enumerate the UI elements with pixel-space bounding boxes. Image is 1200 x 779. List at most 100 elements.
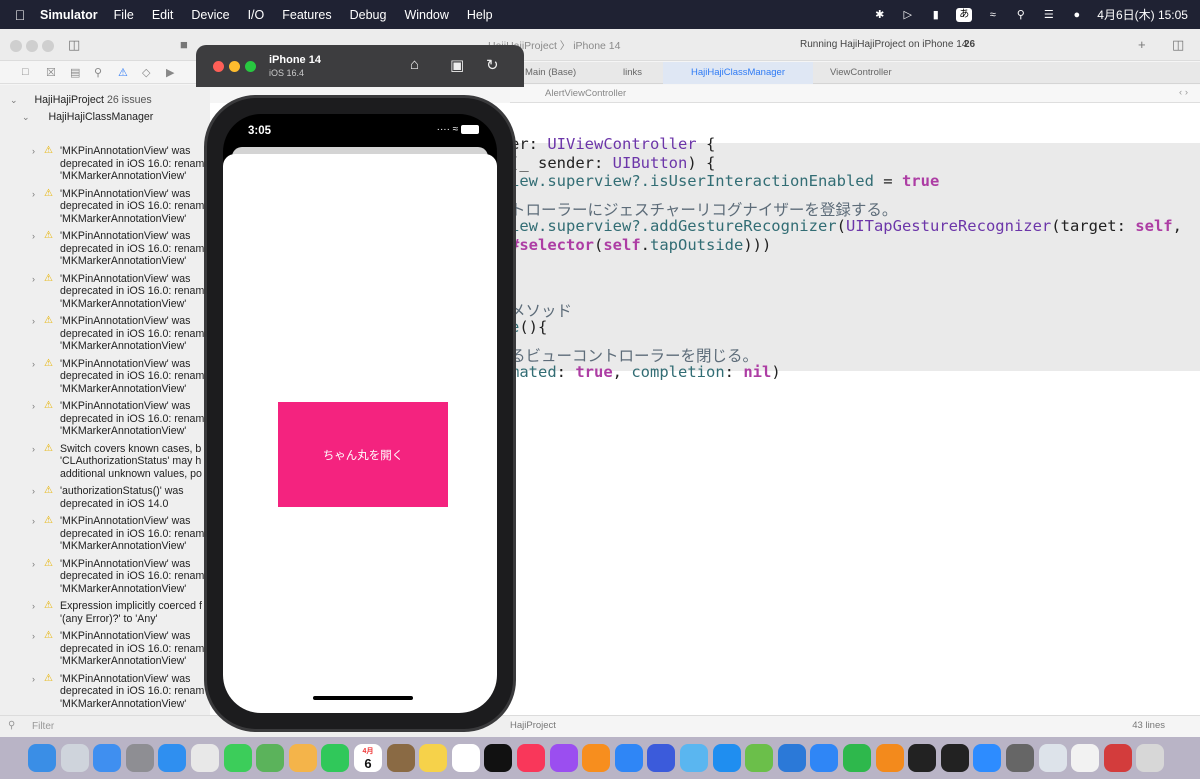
- close-window-button[interactable]: [10, 40, 22, 52]
- calculator-icon[interactable]: [1006, 744, 1034, 772]
- keynote-icon[interactable]: [810, 744, 839, 772]
- close-window-button[interactable]: [213, 61, 224, 72]
- tv-icon[interactable]: [484, 744, 513, 772]
- podcasts-icon[interactable]: [549, 744, 578, 772]
- pages-icon[interactable]: [875, 744, 904, 772]
- instruments-icon[interactable]: [647, 744, 676, 772]
- home-icon[interactable]: ⌂: [410, 56, 419, 73]
- textedit-icon[interactable]: [1071, 744, 1100, 772]
- trash-icon[interactable]: [1136, 744, 1165, 772]
- tab-classmanager[interactable]: HajiHajiClassManager: [663, 62, 813, 84]
- photos-icon[interactable]: [288, 744, 317, 772]
- vscode-icon[interactable]: [777, 744, 806, 772]
- menu-help[interactable]: Help: [467, 8, 493, 22]
- minimize-window-button[interactable]: [229, 61, 240, 72]
- menu-datetime[interactable]: 4月6日(木) 15:05: [1097, 6, 1188, 23]
- chevron-right-icon[interactable]: ›: [32, 315, 35, 328]
- battery-icon[interactable]: ▮: [928, 9, 943, 21]
- zoom-window-button[interactable]: [245, 61, 256, 72]
- modal-sheet[interactable]: ちゃん丸を開く: [223, 154, 497, 713]
- menu-app-name[interactable]: Simulator: [40, 8, 98, 22]
- filter-icon[interactable]: ⚲: [8, 720, 15, 731]
- chevron-right-icon[interactable]: ›: [32, 273, 35, 286]
- menu-io[interactable]: I/O: [248, 8, 265, 22]
- home-indicator[interactable]: [313, 696, 413, 700]
- chevron-right-icon[interactable]: ›: [32, 485, 35, 498]
- menu-features[interactable]: Features: [282, 8, 331, 22]
- books-icon[interactable]: [582, 744, 611, 772]
- spotlight-search-icon[interactable]: ⚲: [1013, 9, 1028, 21]
- tab-main[interactable]: Main (Base): [525, 67, 576, 78]
- system-settings-icon[interactable]: [125, 744, 154, 772]
- chevron-right-icon[interactable]: ›: [32, 630, 35, 643]
- maps-icon[interactable]: [256, 744, 285, 772]
- group-classmanager[interactable]: ⌄ HajiHajiClassManager: [22, 111, 153, 123]
- bluetooth-icon[interactable]: ✱: [872, 9, 887, 21]
- warning-count[interactable]: 26: [964, 39, 975, 50]
- open-chanmaru-button[interactable]: ちゃん丸を開く: [278, 402, 448, 507]
- xcode-icon[interactable]: [614, 744, 643, 772]
- jump-bar-item[interactable]: AlertViewController: [545, 88, 626, 99]
- screenshot-icon[interactable]: ▣: [450, 56, 464, 74]
- music-icon[interactable]: [517, 744, 545, 772]
- chevron-right-icon[interactable]: ›: [32, 443, 35, 456]
- launchpad-icon[interactable]: [60, 744, 89, 772]
- menu-debug[interactable]: Debug: [350, 8, 387, 22]
- app-folder-icon[interactable]: [680, 744, 708, 772]
- siri-icon[interactable]: ●: [1069, 9, 1084, 21]
- numbers-green-icon[interactable]: [745, 744, 774, 772]
- inspector-toggle-icon[interactable]: ◫: [1172, 37, 1184, 53]
- chevron-right-icon[interactable]: ›: [32, 558, 35, 571]
- sidebar-toggle-icon[interactable]: ◫: [68, 37, 80, 53]
- menu-file[interactable]: File: [114, 8, 134, 22]
- apple-menu-icon[interactable]: : [0, 7, 40, 23]
- add-icon[interactable]: +: [1138, 37, 1146, 52]
- chevron-right-icon[interactable]: ›: [32, 145, 35, 158]
- menu-edit[interactable]: Edit: [152, 8, 174, 22]
- menu-window[interactable]: Window: [404, 8, 448, 22]
- github-icon[interactable]: [908, 744, 937, 772]
- preview-icon[interactable]: [1038, 744, 1067, 772]
- chevron-down-icon[interactable]: ⌄: [10, 95, 18, 105]
- test-icon[interactable]: ◇: [142, 66, 150, 79]
- stop-icon[interactable]: ■: [180, 37, 188, 52]
- folder-icon[interactable]: □: [22, 66, 29, 78]
- menu-device[interactable]: Device: [191, 8, 229, 22]
- chevron-right-icon[interactable]: ›: [32, 673, 35, 686]
- play-icon[interactable]: ▷: [900, 9, 915, 21]
- tab-viewcontroller[interactable]: ViewController: [830, 67, 892, 78]
- notes-brown-icon[interactable]: [386, 744, 415, 772]
- chevron-right-icon[interactable]: ›: [32, 515, 35, 528]
- kotoeri-icon[interactable]: [1103, 744, 1132, 772]
- terminal-icon[interactable]: [940, 744, 969, 772]
- control-center-icon[interactable]: ☰: [1041, 9, 1056, 21]
- project-root[interactable]: ⌄ HajiHajiProject 26 issues: [10, 94, 152, 106]
- finder-icon[interactable]: [28, 744, 56, 772]
- facetime-icon[interactable]: [321, 744, 350, 772]
- wifi-icon[interactable]: ≈: [985, 9, 1000, 21]
- issue-navigator-icon[interactable]: ⚠: [118, 66, 128, 79]
- debug-icon[interactable]: ▶: [166, 66, 174, 79]
- symbol-icon[interactable]: ▤: [70, 66, 80, 79]
- mail-icon[interactable]: [93, 744, 122, 772]
- chevron-right-icon[interactable]: ›: [32, 400, 35, 413]
- messages-icon[interactable]: [223, 744, 252, 772]
- chevron-right-icon[interactable]: ›: [32, 188, 35, 201]
- chevron-right-icon[interactable]: ›: [32, 230, 35, 243]
- app-store-icon[interactable]: [712, 744, 741, 772]
- zoom-window-button[interactable]: [42, 40, 54, 52]
- filter-input[interactable]: Filter: [32, 721, 54, 732]
- source-control-icon[interactable]: ☒: [46, 66, 56, 79]
- chevron-right-icon[interactable]: ›: [32, 600, 35, 613]
- chevron-left-right-icon[interactable]: ‹ ›: [1179, 87, 1188, 98]
- chevron-right-icon[interactable]: ›: [32, 358, 35, 371]
- find-icon[interactable]: ⚲: [94, 66, 102, 79]
- input-method-indicator[interactable]: あ: [956, 7, 973, 22]
- chevron-down-icon[interactable]: ⌄: [22, 112, 30, 122]
- chrome-icon[interactable]: [191, 744, 219, 772]
- numbers-icon[interactable]: [843, 744, 871, 772]
- zoom-icon[interactable]: [973, 744, 1002, 772]
- minimize-window-button[interactable]: [26, 40, 38, 52]
- calendar-icon[interactable]: 4月 6: [354, 744, 382, 772]
- safari-icon[interactable]: [158, 744, 187, 772]
